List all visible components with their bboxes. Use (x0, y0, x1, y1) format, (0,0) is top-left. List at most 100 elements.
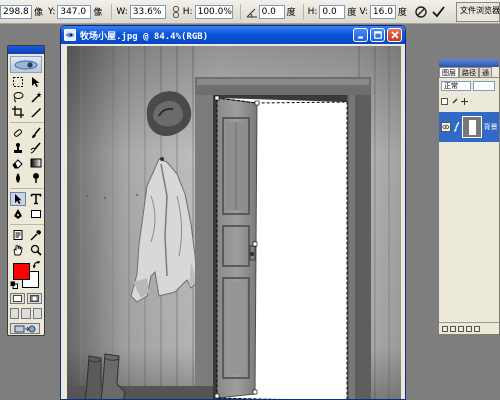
type-tool-icon[interactable] (28, 192, 44, 206)
toolbox (7, 45, 45, 336)
commit-check-icon[interactable] (432, 5, 446, 19)
blur-tool-icon[interactable] (10, 171, 26, 185)
magic-wand-tool-icon[interactable] (28, 90, 44, 104)
options-bar: 298.8 像 Y: 347.0 像 W: 33.6% H: 100.0% 0.… (0, 0, 500, 24)
h-skew-unit-label: 度 (347, 8, 357, 18)
maximize-icon (373, 31, 382, 39)
x-unit-label: 像 (34, 8, 44, 18)
toolbox-title-bar[interactable] (8, 46, 44, 54)
layer-row-background[interactable]: 背景 (439, 112, 499, 142)
cancel-icon[interactable] (414, 5, 428, 19)
separator (111, 3, 113, 20)
healing-brush-tool-icon[interactable] (10, 126, 26, 140)
new-set-icon[interactable] (458, 325, 464, 332)
file-browser-palette-well[interactable]: 文件浏览器 (456, 2, 500, 22)
maximize-button[interactable] (370, 28, 385, 42)
y-label: Y: (48, 6, 56, 17)
path-selection-tool-icon[interactable] (10, 192, 26, 206)
screen-mode-buttons (8, 304, 44, 319)
v-skew-unit-label: 度 (397, 8, 407, 18)
new-layer-icon[interactable] (474, 325, 480, 332)
separator (10, 224, 44, 225)
lasso-tool-icon[interactable] (10, 90, 26, 104)
history-brush-tool-icon[interactable] (28, 141, 44, 155)
height-scale-field[interactable]: 100.0% (194, 4, 233, 19)
clone-stamp-tool-icon[interactable] (10, 141, 26, 155)
document-title: 牧场小屋.jpg @ 84.4%(RGB) (80, 31, 209, 42)
gradient-tool-icon[interactable] (28, 156, 44, 170)
minimize-icon (357, 36, 363, 39)
eyedropper-tool-icon[interactable] (28, 228, 44, 242)
width-scale-field[interactable]: 33.6% (129, 4, 166, 19)
separator (302, 3, 304, 20)
rotation-angle-field[interactable]: 0.0 (258, 4, 285, 19)
lock-move-icon[interactable] (461, 97, 468, 105)
door-leaf[interactable] (216, 97, 258, 399)
y-unit-label: 像 (93, 8, 103, 18)
eraser-tool-icon[interactable] (10, 156, 26, 170)
notes-tool-icon[interactable] (10, 228, 26, 242)
foreground-color-swatch[interactable] (13, 263, 30, 280)
vertical-skew-field[interactable]: 16.0 (369, 4, 396, 19)
quick-mask-mode-icon[interactable] (27, 293, 42, 304)
jump-to-imageready-icon[interactable] (10, 323, 40, 334)
layer-thumbnail (462, 116, 482, 138)
angle-icon (245, 5, 259, 19)
tab-paths[interactable]: 路径 (459, 67, 479, 77)
close-button[interactable] (387, 28, 402, 42)
default-colors-icon[interactable] (10, 281, 18, 289)
y-position-field[interactable]: 347.0 (57, 4, 92, 19)
w-label: W: (116, 6, 128, 17)
separator (239, 3, 241, 20)
edit-mode-buttons (8, 289, 44, 304)
rotation-unit-label: 度 (286, 8, 296, 18)
tab-layers[interactable]: 图层 (439, 67, 459, 77)
swap-colors-icon[interactable] (33, 261, 41, 269)
brush-icon (453, 121, 460, 132)
lock-row (441, 96, 497, 106)
h-label: H: (182, 6, 193, 17)
hand-tool-icon[interactable] (10, 243, 26, 257)
pen-tool-icon[interactable] (10, 207, 26, 221)
x-position-field[interactable]: 298.8 (0, 4, 32, 19)
minimize-button[interactable] (353, 28, 368, 42)
layers-palette-title-bar[interactable] (439, 59, 499, 67)
palette-tabs: 图层 路径 通 (439, 67, 499, 78)
standard-screen-icon[interactable] (10, 308, 20, 319)
crop-tool-icon[interactable] (10, 105, 26, 119)
document-title-bar[interactable]: 牧场小屋.jpg @ 84.4%(RGB) (61, 26, 405, 44)
v-skew-label: V: (359, 6, 368, 17)
move-tool-icon[interactable] (28, 75, 44, 89)
tab-channels[interactable]: 通 (479, 67, 492, 77)
adjustment-layer-icon[interactable] (466, 325, 472, 332)
full-screen-icon[interactable] (32, 308, 42, 319)
eye-icon[interactable] (441, 122, 451, 132)
close-icon (390, 31, 399, 39)
layer-style-icon[interactable] (442, 325, 448, 332)
dodge-tool-icon[interactable] (28, 171, 44, 185)
separator (10, 188, 44, 189)
full-screen-menu-icon[interactable] (21, 308, 31, 319)
blend-row: 正常 (441, 81, 497, 93)
jump-to-button-row (8, 319, 44, 334)
zoom-tool-icon[interactable] (28, 243, 44, 257)
horizontal-skew-field[interactable]: 0.0 (319, 4, 346, 19)
slice-tool-icon[interactable] (28, 105, 44, 119)
photoshop-eye-icon[interactable] (10, 56, 42, 73)
blend-mode-select[interactable]: 正常 (441, 81, 471, 91)
image-canvas[interactable] (67, 46, 401, 400)
color-swatches (10, 261, 42, 289)
standard-mode-icon[interactable] (10, 293, 25, 304)
marquee-tool-icon[interactable] (10, 75, 26, 89)
h-skew-label: H: (307, 6, 318, 17)
photoshop-document-icon (64, 29, 76, 41)
brush-tool-icon[interactable] (28, 126, 44, 140)
link-icon[interactable] (169, 5, 183, 19)
layers-palette: 图层 路径 通 正常 背景 (438, 58, 500, 335)
lock-brush-icon[interactable] (451, 98, 458, 105)
opacity-field[interactable] (473, 81, 495, 91)
document-window: 牧场小屋.jpg @ 84.4%(RGB) (60, 25, 406, 400)
add-mask-icon[interactable] (450, 325, 456, 332)
lock-transparency-icon[interactable] (441, 97, 448, 105)
rectangle-tool-icon[interactable] (28, 207, 44, 221)
